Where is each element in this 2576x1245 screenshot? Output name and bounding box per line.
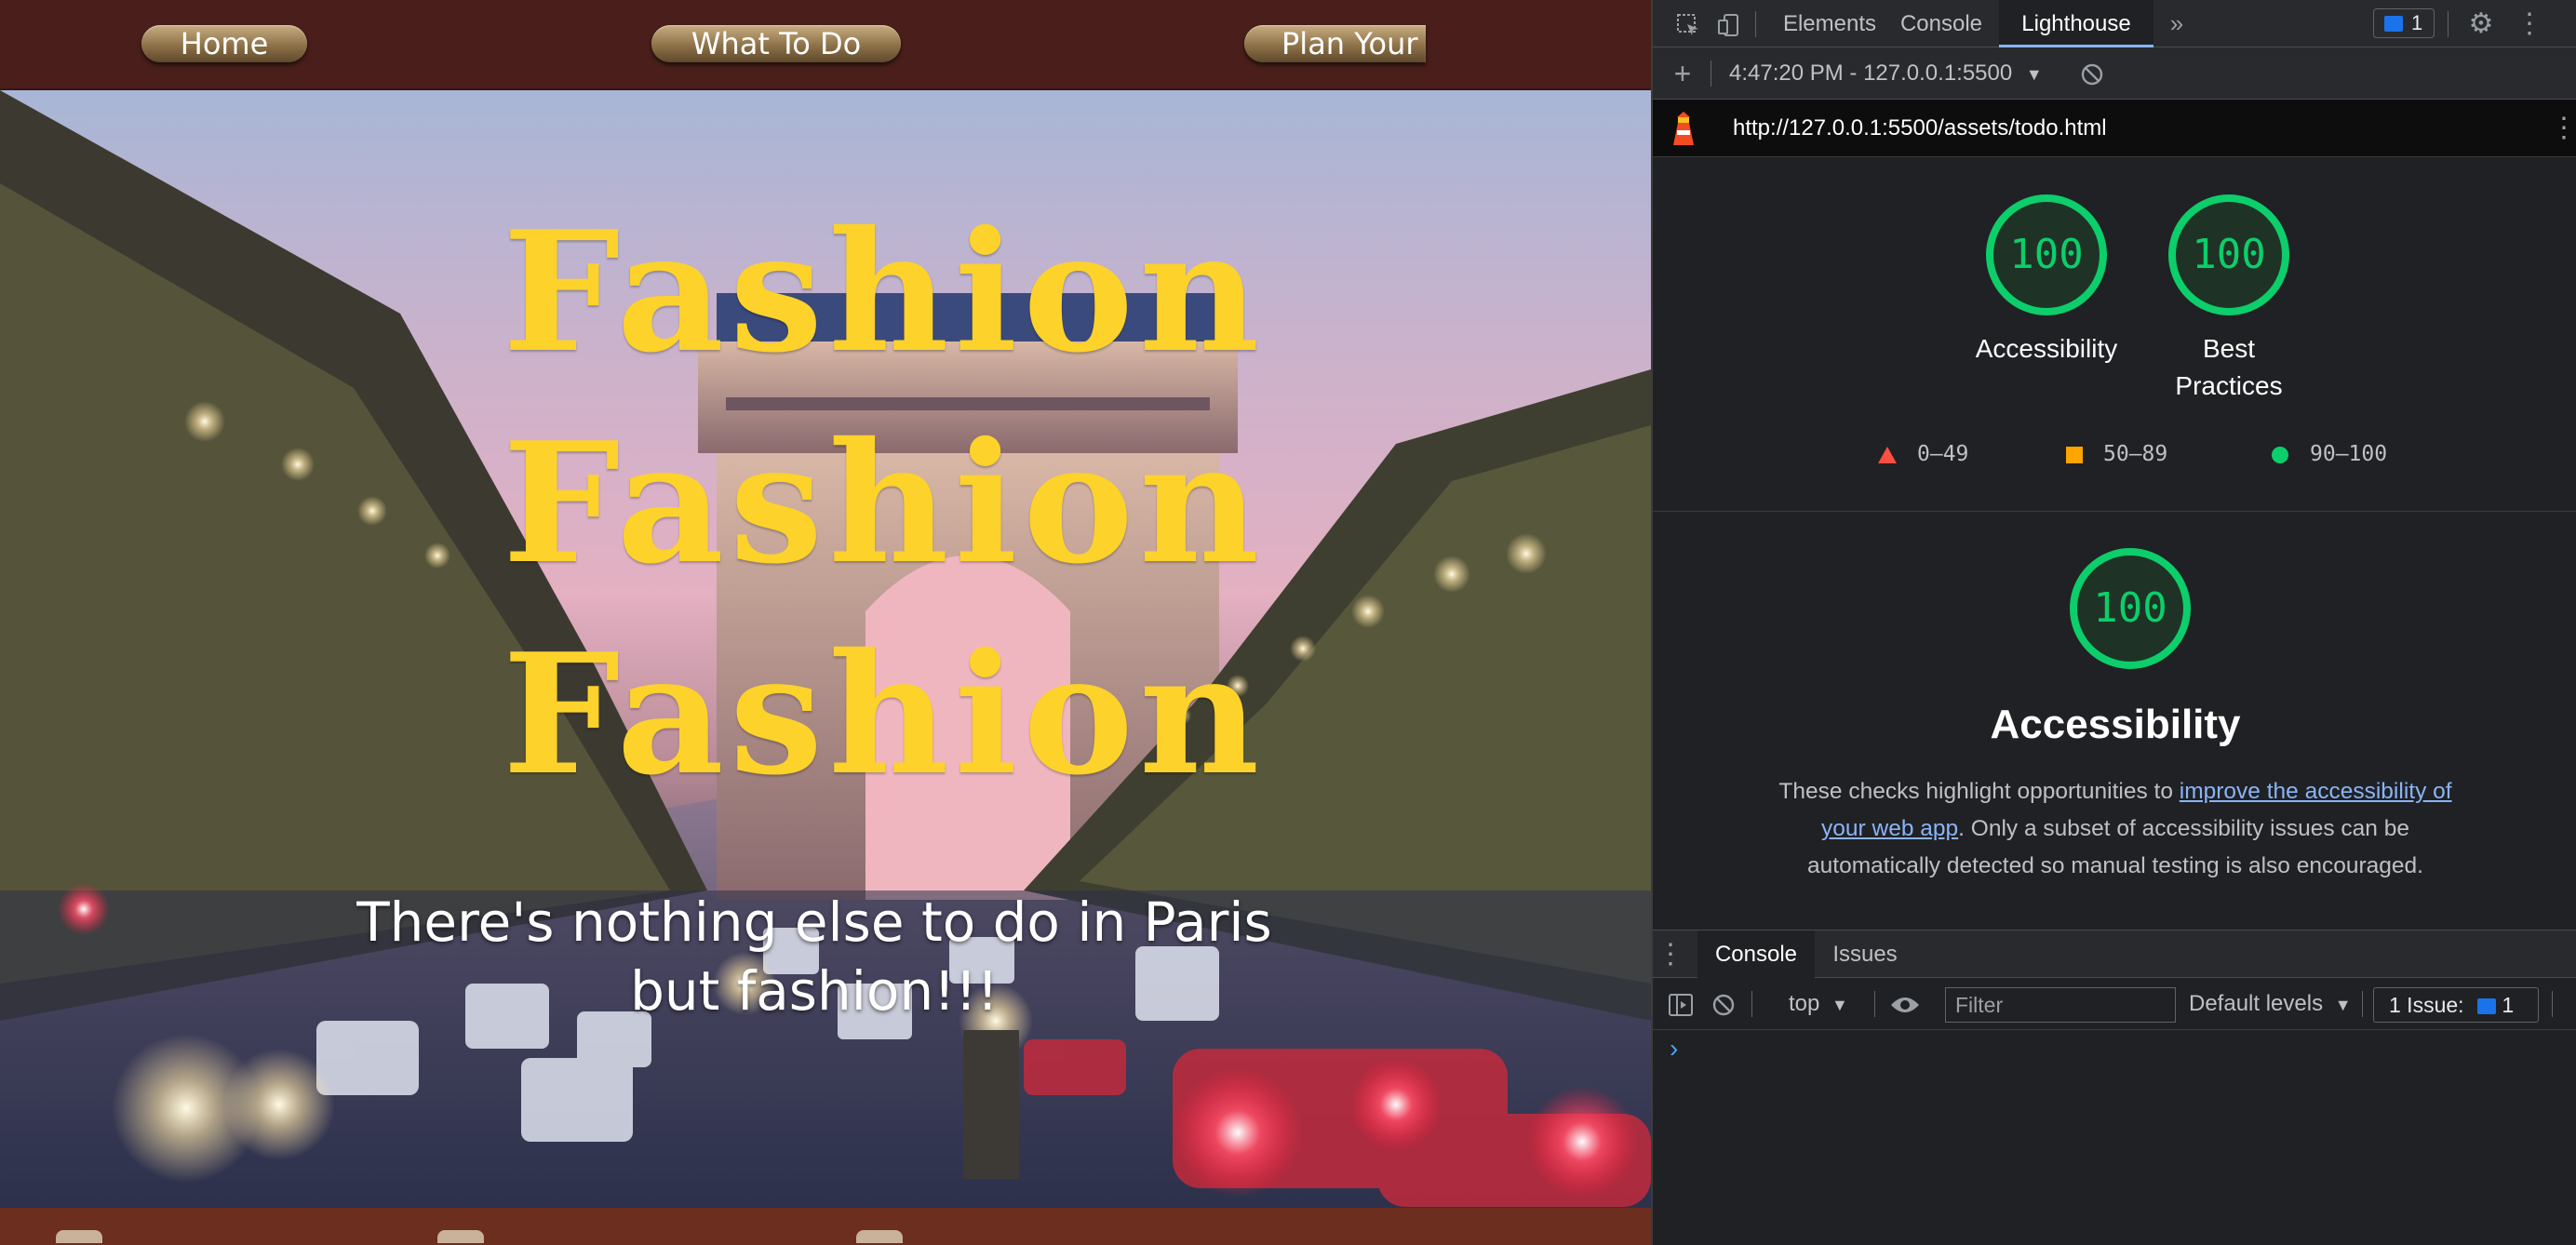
console-prompt-icon: › bbox=[1670, 1034, 1679, 1063]
lighthouse-logo-icon bbox=[1673, 112, 1694, 145]
website-viewport: Home What To Do Plan Your Fashion Fashio… bbox=[0, 0, 1651, 1245]
tab-lighthouse[interactable]: Lighthouse bbox=[1999, 0, 2153, 47]
more-tabs-icon[interactable]: » bbox=[2163, 0, 2191, 47]
nav-home-button[interactable]: Home bbox=[141, 25, 307, 62]
console-toolbar: top ▼ Default levels ▼ 1 Issue: 1 bbox=[1653, 978, 2576, 1030]
report-url[interactable]: http://127.0.0.1:5500/assets/todo.html bbox=[1733, 100, 2107, 157]
report-selector-label: 4:47:20 PM - 127.0.0.1:5500 bbox=[1729, 60, 2013, 86]
live-expression-eye-icon[interactable] bbox=[1884, 978, 1926, 1030]
tab-elements[interactable]: Elements bbox=[1774, 0, 1885, 47]
sidebar-toggle-icon[interactable] bbox=[1662, 978, 1699, 1030]
issues-counter-label: 1 Issue: bbox=[2389, 993, 2464, 1017]
log-levels-dropdown[interactable]: Default levels ▼ bbox=[2189, 978, 2352, 1031]
circle-icon bbox=[2272, 446, 2288, 463]
category-title: Accessibility bbox=[1990, 702, 2241, 747]
drawer-tab-issues[interactable]: Issues bbox=[1820, 930, 1910, 979]
dropdown-arrow-icon: ▼ bbox=[2025, 65, 2043, 84]
site-navbar: Home What To Do Plan Your bbox=[0, 0, 1651, 90]
legend-range: 0–49 bbox=[1917, 442, 1969, 466]
report-menu-icon[interactable]: ⋮ bbox=[2550, 100, 2576, 157]
score-gauge-accessibility[interactable]: 100 bbox=[1986, 194, 2107, 315]
hero-tagline: There's nothing else to do in Paris but … bbox=[356, 890, 1272, 1023]
footer-fragment bbox=[437, 1230, 484, 1243]
issues-badge[interactable]: 1 bbox=[2373, 8, 2435, 38]
triangle-icon bbox=[1878, 446, 1897, 463]
context-selector[interactable]: top ▼ bbox=[1789, 978, 1848, 1031]
square-icon bbox=[2066, 446, 2083, 463]
legend-range: 50–89 bbox=[2103, 442, 2168, 466]
devtools-tabbar: Elements Console Lighthouse » 1 ⚙ ⋮ bbox=[1653, 0, 2576, 47]
hero-title-line-1: Fashion bbox=[503, 194, 1266, 389]
hero-section: Fashion Fashion Fashion There's nothing … bbox=[0, 90, 1651, 1208]
issue-message-icon bbox=[2476, 998, 2496, 1015]
dropdown-arrow-icon: ▼ bbox=[2334, 996, 2352, 1014]
legend-average: 50–89 bbox=[2066, 440, 2167, 468]
report-url-bar: http://127.0.0.1:5500/assets/todo.html ⋮ bbox=[1653, 100, 2576, 157]
lighthouse-toolbar: + 4:47:20 PM - 127.0.0.1:5500 ▼ bbox=[1653, 47, 2576, 100]
description-text: These checks highlight opportunities to bbox=[1778, 779, 2180, 804]
log-levels-label: Default levels bbox=[2189, 991, 2324, 1016]
context-label: top bbox=[1789, 991, 1820, 1016]
issues-badge-count: 1 bbox=[2411, 11, 2423, 34]
report-selector[interactable]: 4:47:20 PM - 127.0.0.1:5500 ▼ bbox=[1729, 47, 2043, 100]
settings-gear-icon[interactable]: ⚙ bbox=[2462, 0, 2500, 47]
drawer-menu-icon[interactable]: ⋮ bbox=[1657, 930, 1684, 979]
device-toolbar-icon[interactable] bbox=[1711, 0, 1748, 47]
hero-title-line-2: Fashion bbox=[503, 406, 1266, 600]
issues-counter-button[interactable]: 1 Issue: 1 bbox=[2373, 987, 2539, 1023]
drawer-tab-console[interactable]: Console bbox=[1697, 930, 1815, 979]
legend-fail: 0–49 bbox=[1878, 440, 1968, 468]
divider bbox=[1653, 511, 2576, 512]
inspect-element-icon[interactable] bbox=[1670, 0, 1707, 47]
more-options-icon[interactable]: ⋮ bbox=[2511, 0, 2548, 47]
category-score-gauge: 100 bbox=[2070, 548, 2191, 669]
score-value: 100 bbox=[2009, 231, 2084, 278]
clear-console-icon[interactable] bbox=[1705, 978, 1742, 1030]
clear-reports-icon[interactable] bbox=[2073, 47, 2111, 100]
nav-plan-your-button[interactable]: Plan Your bbox=[1244, 25, 1426, 62]
category-description: These checks highlight opportunities to … bbox=[1764, 773, 2466, 885]
legend-pass: 90–100 bbox=[2271, 440, 2387, 468]
console-filter-input[interactable] bbox=[1945, 987, 2176, 1023]
category-score-value: 100 bbox=[2093, 584, 2167, 632]
issue-message-icon bbox=[2384, 16, 2403, 32]
tab-console[interactable]: Console bbox=[1889, 0, 1993, 47]
hero-title-line-3: Fashion bbox=[503, 617, 1266, 811]
dropdown-arrow-icon: ▼ bbox=[1831, 996, 1848, 1014]
footer-fragment bbox=[56, 1230, 102, 1243]
console-output[interactable]: › bbox=[1653, 1030, 2576, 1245]
drawer-tabbar: ⋮ Console Issues bbox=[1653, 930, 2576, 979]
score-value: 100 bbox=[2192, 231, 2266, 278]
score-gauge-best-practices[interactable]: 100 bbox=[2168, 194, 2289, 315]
issues-counter-count: 1 bbox=[2502, 993, 2515, 1017]
score-label-accessibility: Accessibility bbox=[1975, 334, 2118, 363]
legend-range: 90–100 bbox=[2310, 442, 2388, 466]
devtools-panel: Elements Console Lighthouse » 1 ⚙ ⋮ + 4:… bbox=[1651, 0, 2576, 1245]
next-section-strip bbox=[0, 1208, 1651, 1245]
nav-what-to-do-button[interactable]: What To Do bbox=[651, 25, 901, 62]
footer-fragment bbox=[856, 1230, 903, 1243]
score-label-best-practices: Best Practices bbox=[2175, 334, 2283, 400]
lighthouse-report: 100 Accessibility 100 Best Practices 0–4… bbox=[1653, 157, 2576, 930]
new-report-plus-icon[interactable]: + bbox=[1664, 47, 1701, 100]
